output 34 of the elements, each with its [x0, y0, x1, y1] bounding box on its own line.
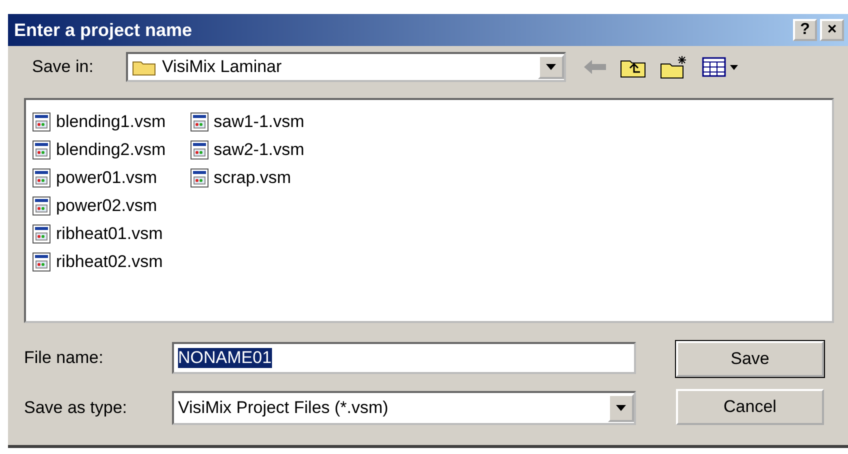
- file-icon: [32, 112, 52, 132]
- file-item[interactable]: power02.vsm: [30, 192, 168, 220]
- file-item[interactable]: blending2.vsm: [30, 136, 168, 164]
- dropdown-arrow-icon: [546, 64, 556, 70]
- file-icon: [32, 252, 52, 272]
- file-icon: [32, 224, 52, 244]
- file-item[interactable]: blending1.vsm: [30, 108, 168, 136]
- window-title: Enter a project name: [14, 20, 194, 40]
- file-name-label: File name:: [24, 348, 104, 368]
- save-as-type-label: Save as type:: [24, 398, 128, 418]
- save-in-label: Save in:: [32, 57, 94, 77]
- file-icon: [32, 140, 52, 160]
- cancel-button[interactable]: Cancel: [676, 389, 824, 425]
- folder-name: VisiMix Laminar: [162, 57, 282, 77]
- file-name-field[interactable]: NONAME01: [172, 342, 636, 374]
- file-item[interactable]: saw2-1.vsm: [188, 136, 306, 164]
- file-item[interactable]: saw1-1.vsm: [188, 108, 306, 136]
- file-icon: [32, 168, 52, 188]
- help-button[interactable]: ?: [793, 19, 817, 41]
- dropdown-arrow-icon: [616, 404, 626, 410]
- file-item[interactable]: power01.vsm: [30, 164, 168, 192]
- file-icon: [190, 168, 210, 188]
- close-button[interactable]: ×: [820, 19, 844, 41]
- file-item[interactable]: scrap.vsm: [188, 164, 306, 192]
- save-in-dropdown[interactable]: VisiMix Laminar: [126, 52, 566, 82]
- file-icon: [190, 140, 210, 160]
- file-type-dropdown[interactable]: VisiMix Project Files (*.vsm): [172, 390, 636, 424]
- new-folder-icon[interactable]: [660, 55, 688, 79]
- view-menu-icon[interactable]: [702, 57, 740, 77]
- file-icon: [190, 112, 210, 132]
- save-button[interactable]: Save: [676, 341, 824, 377]
- file-item[interactable]: ribheat01.vsm: [30, 220, 168, 248]
- file-icon: [32, 196, 52, 216]
- file-item[interactable]: ribheat02.vsm: [30, 248, 168, 276]
